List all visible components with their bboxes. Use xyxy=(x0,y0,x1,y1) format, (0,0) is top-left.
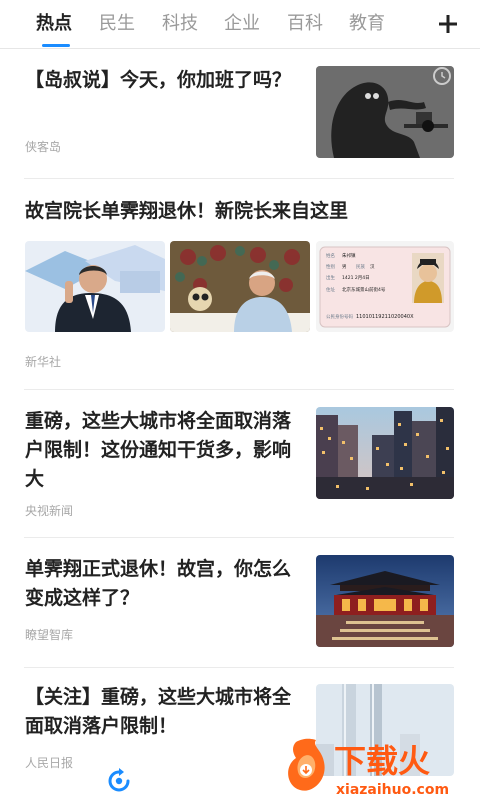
id-birth-label: 出生 xyxy=(326,274,335,281)
tab-hot[interactable]: 热点 xyxy=(36,11,72,37)
id-address-value: 北京东城景山前街4号 xyxy=(342,286,386,293)
id-birth-value: 1421 2月4日 xyxy=(342,275,370,281)
refresh-button[interactable] xyxy=(106,768,132,794)
tab-tech[interactable]: 科技 xyxy=(162,11,198,37)
id-number-label: 公民身份号码 xyxy=(326,313,353,320)
active-tab-indicator xyxy=(42,44,70,47)
article-thumbnail-interview xyxy=(170,241,310,332)
id-number-value: 11010119211020040X xyxy=(356,314,414,320)
site-watermark: 下载火 xiazaihuo.com xyxy=(282,732,478,800)
article-title: 重磅，这些大城市将全面取消落户限制！这份通知干货多，影响大 xyxy=(25,410,292,490)
news-card[interactable]: 故宫院长单霁翔退休！新院长来自这里 姓名 朱祁镇 性别 男 民族 汉 出生 14… xyxy=(0,179,480,390)
watermark-url: xiazaihuo.com xyxy=(336,782,449,798)
article-title: 【岛叔说】今天，你加班了吗？ xyxy=(25,69,292,91)
id-name-value: 朱祁镇 xyxy=(342,252,356,259)
article-title: 单霁翔正式退休！故宫，你怎么变成这样了？ xyxy=(25,558,292,609)
article-thumbnail-city-skyline xyxy=(316,407,454,499)
id-address-label: 住址 xyxy=(326,286,335,293)
article-thumbnail-forbidden-city xyxy=(316,555,454,647)
id-ethnic-label: 民族 xyxy=(356,263,365,270)
plus-icon xyxy=(439,15,457,33)
tab-education[interactable]: 教育 xyxy=(349,11,385,37)
tab-encyclopedia[interactable]: 百科 xyxy=(287,11,323,37)
tab-livelihood[interactable]: 民生 xyxy=(99,11,135,37)
article-source: 人民日报 xyxy=(25,756,74,770)
news-card[interactable]: 【岛叔说】今天，你加班了吗？ 侠客岛 xyxy=(0,48,480,179)
add-channel-button[interactable] xyxy=(432,8,464,40)
watermark-brand: 下载火 xyxy=(334,742,430,780)
news-feed[interactable]: 【岛叔说】今天，你加班了吗？ 侠客岛 故宫院长单霁翔退休！新院长来自这里 姓名 … xyxy=(0,48,480,800)
id-sex-value: 男 xyxy=(342,264,347,270)
id-ethnic-value: 汉 xyxy=(370,263,375,270)
refresh-icon xyxy=(108,768,130,792)
article-source: 新华社 xyxy=(25,355,62,369)
article-title: 故宫院长单霁翔退休！新院长来自这里 xyxy=(25,200,349,222)
news-card[interactable]: 重磅，这些大城市将全面取消落户限制！这份通知干货多，影响大 央视新闻 xyxy=(0,390,480,538)
article-thumbnail-overtime-illustration xyxy=(316,66,454,158)
tab-enterprise[interactable]: 企业 xyxy=(224,11,260,37)
article-source: 央视新闻 xyxy=(25,504,74,518)
article-source: 瞭望智库 xyxy=(25,628,74,642)
tab-bar-fade xyxy=(400,0,430,47)
channel-tab-bar: 热点 民生 科技 企业 百科 教育 xyxy=(0,0,480,49)
news-card[interactable]: 单霁翔正式退休！故宫，你怎么变成这样了？ 瞭望智库 xyxy=(0,538,480,668)
article-thumbnail-id-card: 姓名 朱祁镇 性别 男 民族 汉 出生 1421 2月4日 住址 北京东城景山前… xyxy=(316,241,454,332)
article-source: 侠客岛 xyxy=(25,140,62,154)
article-thumbnail-press-conference xyxy=(25,241,165,332)
article-title: 【关注】重磅，这些大城市将全面取消落户限制！ xyxy=(25,686,292,737)
id-sex-label: 性别 xyxy=(326,263,335,270)
id-name-label: 姓名 xyxy=(326,252,335,259)
